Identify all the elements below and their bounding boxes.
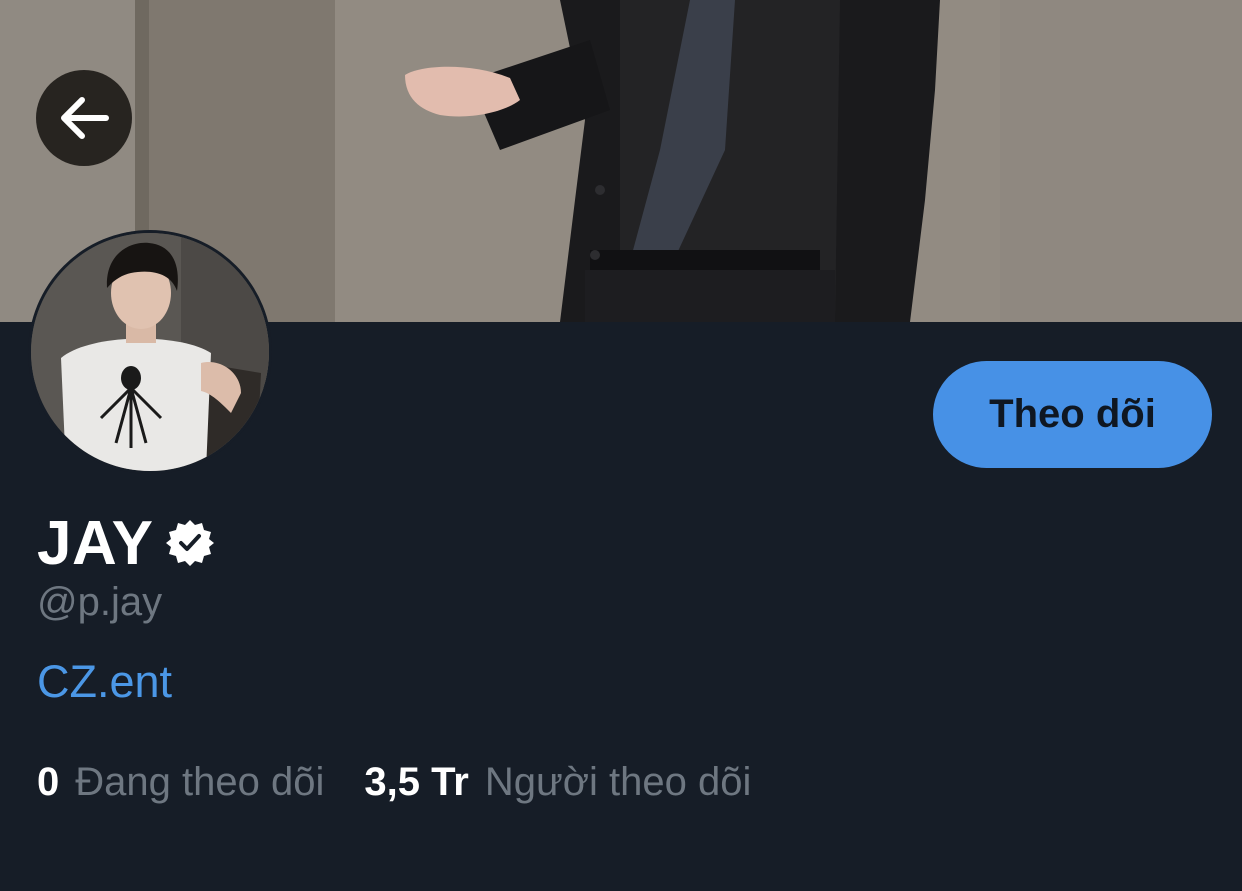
followers-label: Người theo dõi: [484, 760, 752, 804]
back-arrow-icon: [61, 97, 109, 139]
following-stat[interactable]: 0 Đang theo dõi: [37, 760, 324, 805]
profile-page: Theo dõi JAY @p.jay CZ.ent 0 Đang theo d…: [0, 0, 1242, 891]
avatar[interactable]: [28, 230, 272, 474]
user-handle: @p.jay: [37, 580, 163, 624]
avatar-image: [31, 233, 269, 471]
follow-button[interactable]: Theo dõi: [933, 361, 1212, 468]
display-name: JAY: [37, 508, 154, 578]
follow-stats: 0 Đang theo dõi 3,5 Tr Người theo dõi: [37, 760, 751, 805]
following-count: 0: [37, 760, 60, 804]
verified-badge-icon: [166, 520, 215, 566]
bio-link[interactable]: CZ.ent: [37, 656, 172, 708]
back-button[interactable]: [36, 70, 132, 166]
followers-stat[interactable]: 3,5 Tr Người theo dõi: [364, 760, 751, 805]
followers-count: 3,5 Tr: [364, 760, 469, 804]
following-label: Đang theo dõi: [75, 760, 325, 804]
name-row: JAY: [37, 505, 215, 581]
